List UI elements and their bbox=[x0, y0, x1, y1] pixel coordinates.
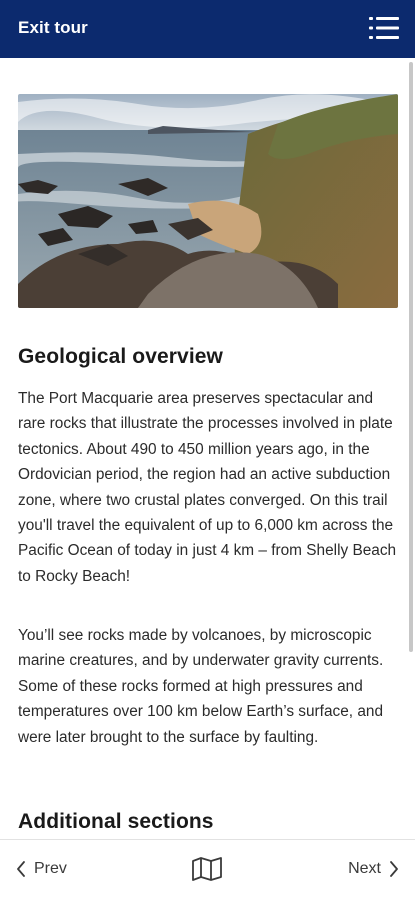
section-title-geological-overview: Geological overview bbox=[18, 345, 223, 368]
top-app-bar: Exit tour bbox=[0, 0, 415, 58]
prev-label: Prev bbox=[34, 860, 67, 877]
section-title-additional-sections: Additional sections bbox=[18, 810, 214, 833]
scrollbar[interactable] bbox=[409, 62, 413, 652]
next-button[interactable]: Next bbox=[348, 860, 399, 878]
overview-paragraph-2: You’ll see rocks made by volcanoes, by m… bbox=[18, 627, 384, 746]
tour-content[interactable]: Geological overview The Port Macquarie a… bbox=[0, 58, 415, 839]
prev-button[interactable]: Prev bbox=[16, 860, 67, 878]
chevron-left-icon bbox=[17, 861, 25, 877]
bottom-navigation-bar: Prev Next bbox=[0, 839, 415, 900]
coastal-rocks-photo bbox=[18, 94, 398, 308]
map-icon[interactable] bbox=[191, 857, 223, 881]
hamburger-menu-icon[interactable] bbox=[369, 15, 399, 41]
chevron-right-icon bbox=[390, 861, 398, 877]
overview-paragraph-1: The Port Macquarie area preserves specta… bbox=[18, 390, 397, 585]
exit-tour-button[interactable]: Exit tour bbox=[18, 18, 88, 38]
next-label: Next bbox=[348, 860, 381, 877]
